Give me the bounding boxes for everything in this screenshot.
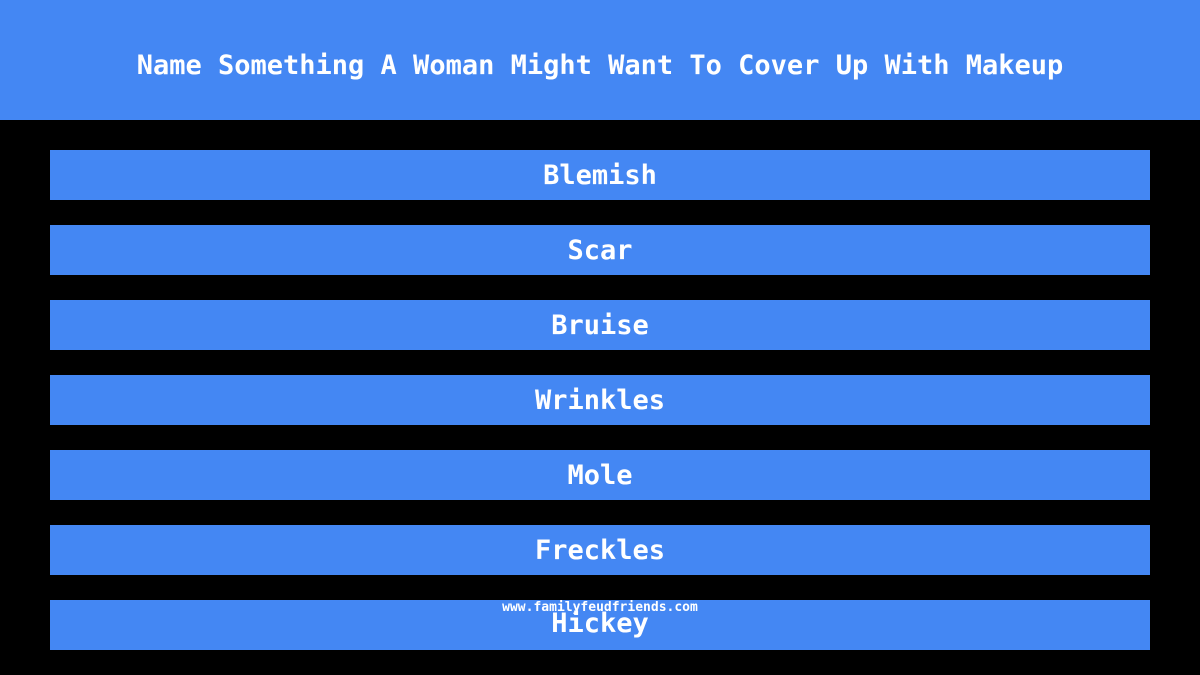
answer-item: Freckles <box>50 525 1150 575</box>
question-title: Name Something A Woman Might Want To Cov… <box>136 49 1064 81</box>
answer-item: Blemish <box>50 150 1150 200</box>
answer-item: Scar <box>50 225 1150 275</box>
site-watermark: www.familyfeudfriends.com <box>502 600 698 615</box>
answer-list: Blemish Scar Bruise Wrinkles Mole Freckl… <box>50 150 1150 675</box>
answer-item: Bruise <box>50 300 1150 350</box>
answer-item: Wrinkles <box>50 375 1150 425</box>
question-header: Name Something A Woman Might Want To Cov… <box>0 0 1200 120</box>
answer-item: Mole <box>50 450 1150 500</box>
